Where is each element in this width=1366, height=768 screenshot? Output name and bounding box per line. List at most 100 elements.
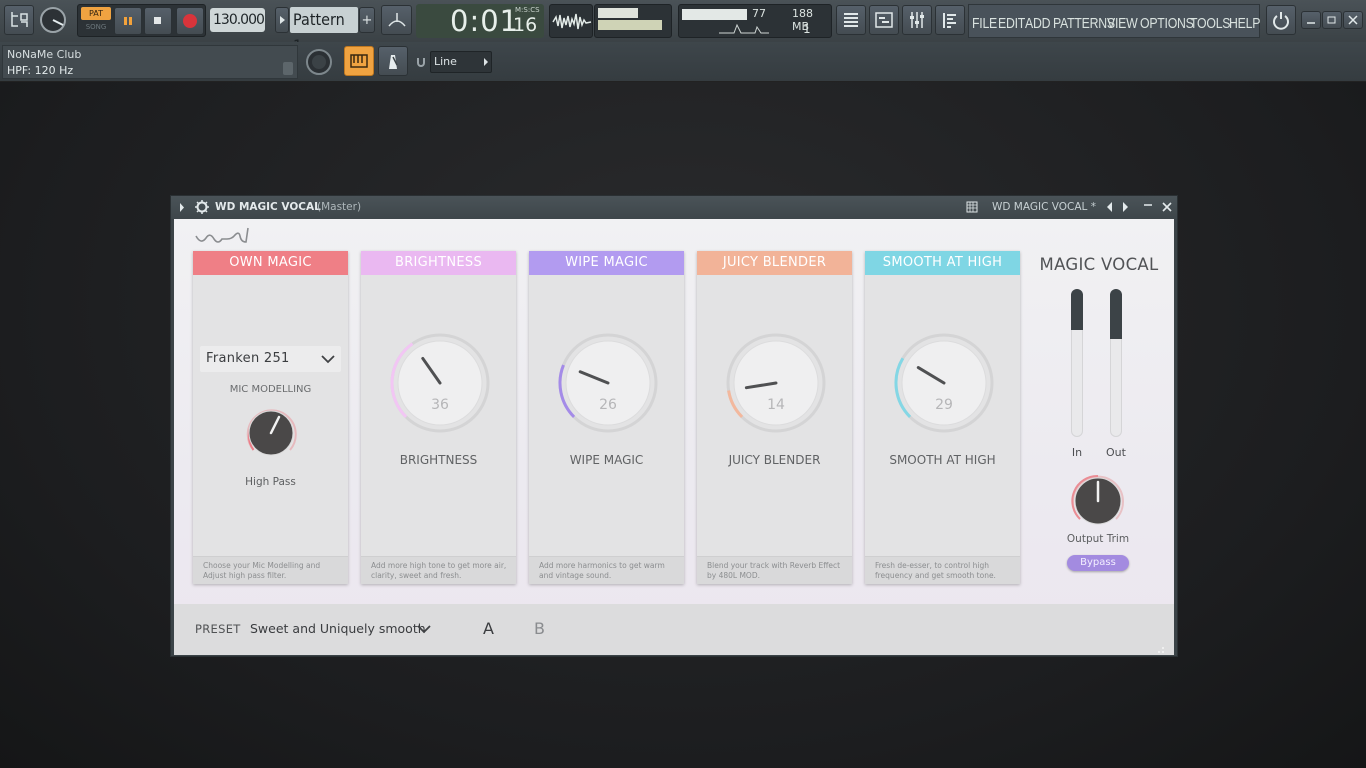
channel-rack-button[interactable] <box>935 5 965 35</box>
hint-value: HPF: 120 Hz <box>7 64 74 77</box>
previous-preset-icon[interactable] <box>1106 202 1114 212</box>
main-toolbar: PAT SONG 130.000 Pattern 1 + 0:01 M:S:CS… <box>0 0 1366 55</box>
knob-dial <box>390 333 490 433</box>
chevron-right-icon[interactable] <box>179 203 185 213</box>
brightness-knob[interactable]: 36 <box>388 331 492 435</box>
grid-icon[interactable] <box>966 201 978 213</box>
preset-dropdown[interactable]: Sweet and Uniquely smooth <box>250 615 440 641</box>
menu-tools[interactable]: TOOLS <box>1190 15 1230 32</box>
knob-dial <box>726 333 826 433</box>
main-pitch-knob[interactable] <box>303 46 335 78</box>
brand-title: MAGIC VOCAL <box>1039 255 1159 274</box>
plugin-window: WD MAGIC VOCAL (Master) WD MAGIC VOCAL *… <box>170 195 1178 657</box>
snap-value: Line <box>434 55 457 68</box>
master-volume-knob[interactable] <box>38 5 68 35</box>
panel-juicy-blender: JUICY BLENDER 14 JUICY BLENDER Blend you… <box>697 251 852 584</box>
mic-model-dropdown[interactable]: Franken 251 <box>200 346 341 372</box>
plugin-subtitle: (Master) <box>317 201 362 213</box>
cpu-bar <box>682 9 747 20</box>
peak-right <box>598 20 662 30</box>
channel-rack-icon <box>943 13 956 28</box>
output-meter <box>1110 289 1122 437</box>
knob-value: 26 <box>599 397 617 413</box>
tempo-display[interactable]: 130.000 <box>210 8 265 32</box>
pat-mode-button[interactable]: PAT <box>81 7 111 20</box>
minimize-icon[interactable] <box>1143 200 1153 210</box>
panel-description: Fresh de-esser, to control high frequenc… <box>865 556 1020 584</box>
tool-button[interactable] <box>381 5 412 35</box>
peak-meter <box>594 4 672 38</box>
close-icon[interactable] <box>1161 201 1173 213</box>
menu-help[interactable]: HELP <box>1229 15 1260 32</box>
plugin-titlebar[interactable]: WD MAGIC VOCAL (Master) WD MAGIC VOCAL * <box>171 196 1177 219</box>
pattern-picker-arrow[interactable] <box>275 7 289 33</box>
plugin-title: WD MAGIC VOCAL <box>215 201 321 213</box>
time-display[interactable]: 0:01 M:S:CS 16 <box>416 4 544 38</box>
knob-label: JUICY BLENDER <box>728 453 821 467</box>
menu-options[interactable]: OPTIONS <box>1140 15 1194 32</box>
bypass-button[interactable]: Bypass <box>1067 555 1129 571</box>
wd-logo-icon <box>195 227 249 243</box>
hint-title: NoNaMe Club <box>7 48 82 61</box>
menu-view[interactable]: VIEW <box>1107 15 1138 32</box>
juicy-blender-knob[interactable]: 14 <box>724 331 828 435</box>
knob-value: 14 <box>767 397 785 413</box>
ab-compare-a-button[interactable]: A <box>483 619 494 638</box>
main-menu-button[interactable] <box>4 5 34 35</box>
add-pattern-button[interactable]: + <box>359 7 375 33</box>
input-meter <box>1071 289 1083 437</box>
tempo-value: 130.000 <box>213 12 265 28</box>
restore-button[interactable] <box>1322 11 1342 29</box>
play-arrow-icon <box>280 16 285 24</box>
smooth-at-high-knob[interactable]: 29 <box>892 331 996 435</box>
snap-selector[interactable]: Line <box>430 51 492 73</box>
oscilloscope <box>549 4 593 38</box>
close-app-button[interactable] <box>1343 11 1363 29</box>
typing-keyboard-button[interactable] <box>344 46 374 76</box>
playlist-button[interactable] <box>836 5 866 35</box>
resize-grip-icon[interactable] <box>1156 644 1166 654</box>
minimize-icon <box>1307 22 1315 24</box>
menu-patterns[interactable]: PATTERNS <box>1053 15 1115 32</box>
menu-edit[interactable]: EDIT <box>998 15 1025 32</box>
panel-own-magic: OWN MAGIC Franken 251 MIC MODELLING High… <box>193 251 348 584</box>
gear-icon[interactable] <box>194 199 210 215</box>
time-main: 0:01 <box>450 4 520 38</box>
next-preset-icon[interactable] <box>1121 202 1129 212</box>
high-pass-knob[interactable] <box>239 403 303 467</box>
knob-dial <box>894 333 994 433</box>
panel-header: SMOOTH AT HIGH <box>865 251 1020 275</box>
knob-value: 36 <box>431 397 449 413</box>
piano-roll-button[interactable] <box>869 5 899 35</box>
mixer-button[interactable] <box>902 5 932 35</box>
power-button[interactable] <box>1266 5 1296 35</box>
magnet-icon <box>417 58 425 67</box>
ab-compare-b-button[interactable]: B <box>534 619 545 638</box>
record-button[interactable] <box>176 7 204 35</box>
knob-label: SMOOTH AT HIGH <box>889 453 996 467</box>
stop-icon <box>154 17 161 24</box>
hint-icon <box>283 62 293 75</box>
menu-icon <box>11 12 28 27</box>
play-pause-button[interactable] <box>114 7 142 35</box>
plugin-preset-title[interactable]: WD MAGIC VOCAL * <box>992 201 1096 213</box>
metronome-icon <box>389 55 398 69</box>
peak-left <box>598 8 638 18</box>
pattern-selector[interactable]: Pattern 1 <box>290 7 358 55</box>
knob-label: WIPE MAGIC <box>569 453 644 467</box>
output-trim-knob[interactable] <box>1067 471 1129 533</box>
record-icon <box>183 14 197 28</box>
input-meter-fill <box>1071 289 1083 330</box>
wipe-magic-knob[interactable]: 26 <box>556 331 660 435</box>
menu-add[interactable]: ADD <box>1025 15 1050 32</box>
song-mode-button[interactable]: SONG <box>81 21 111 34</box>
minimize-button[interactable] <box>1301 11 1321 29</box>
stop-button[interactable] <box>144 7 172 35</box>
secondary-toolbar: NoNaMe Club HPF: 120 Hz Line <box>0 42 1366 82</box>
menu-file[interactable]: FILE <box>972 15 997 32</box>
preset-bar: PRESET Sweet and Uniquely smooth A B <box>174 604 1174 655</box>
metronome-button[interactable] <box>378 46 408 76</box>
chevron-right-icon <box>484 58 488 66</box>
panel-brightness: BRIGHTNESS 36 BRIGHTNESS Add more high t… <box>361 251 516 584</box>
preset-value: Sweet and Uniquely smooth <box>250 621 426 636</box>
